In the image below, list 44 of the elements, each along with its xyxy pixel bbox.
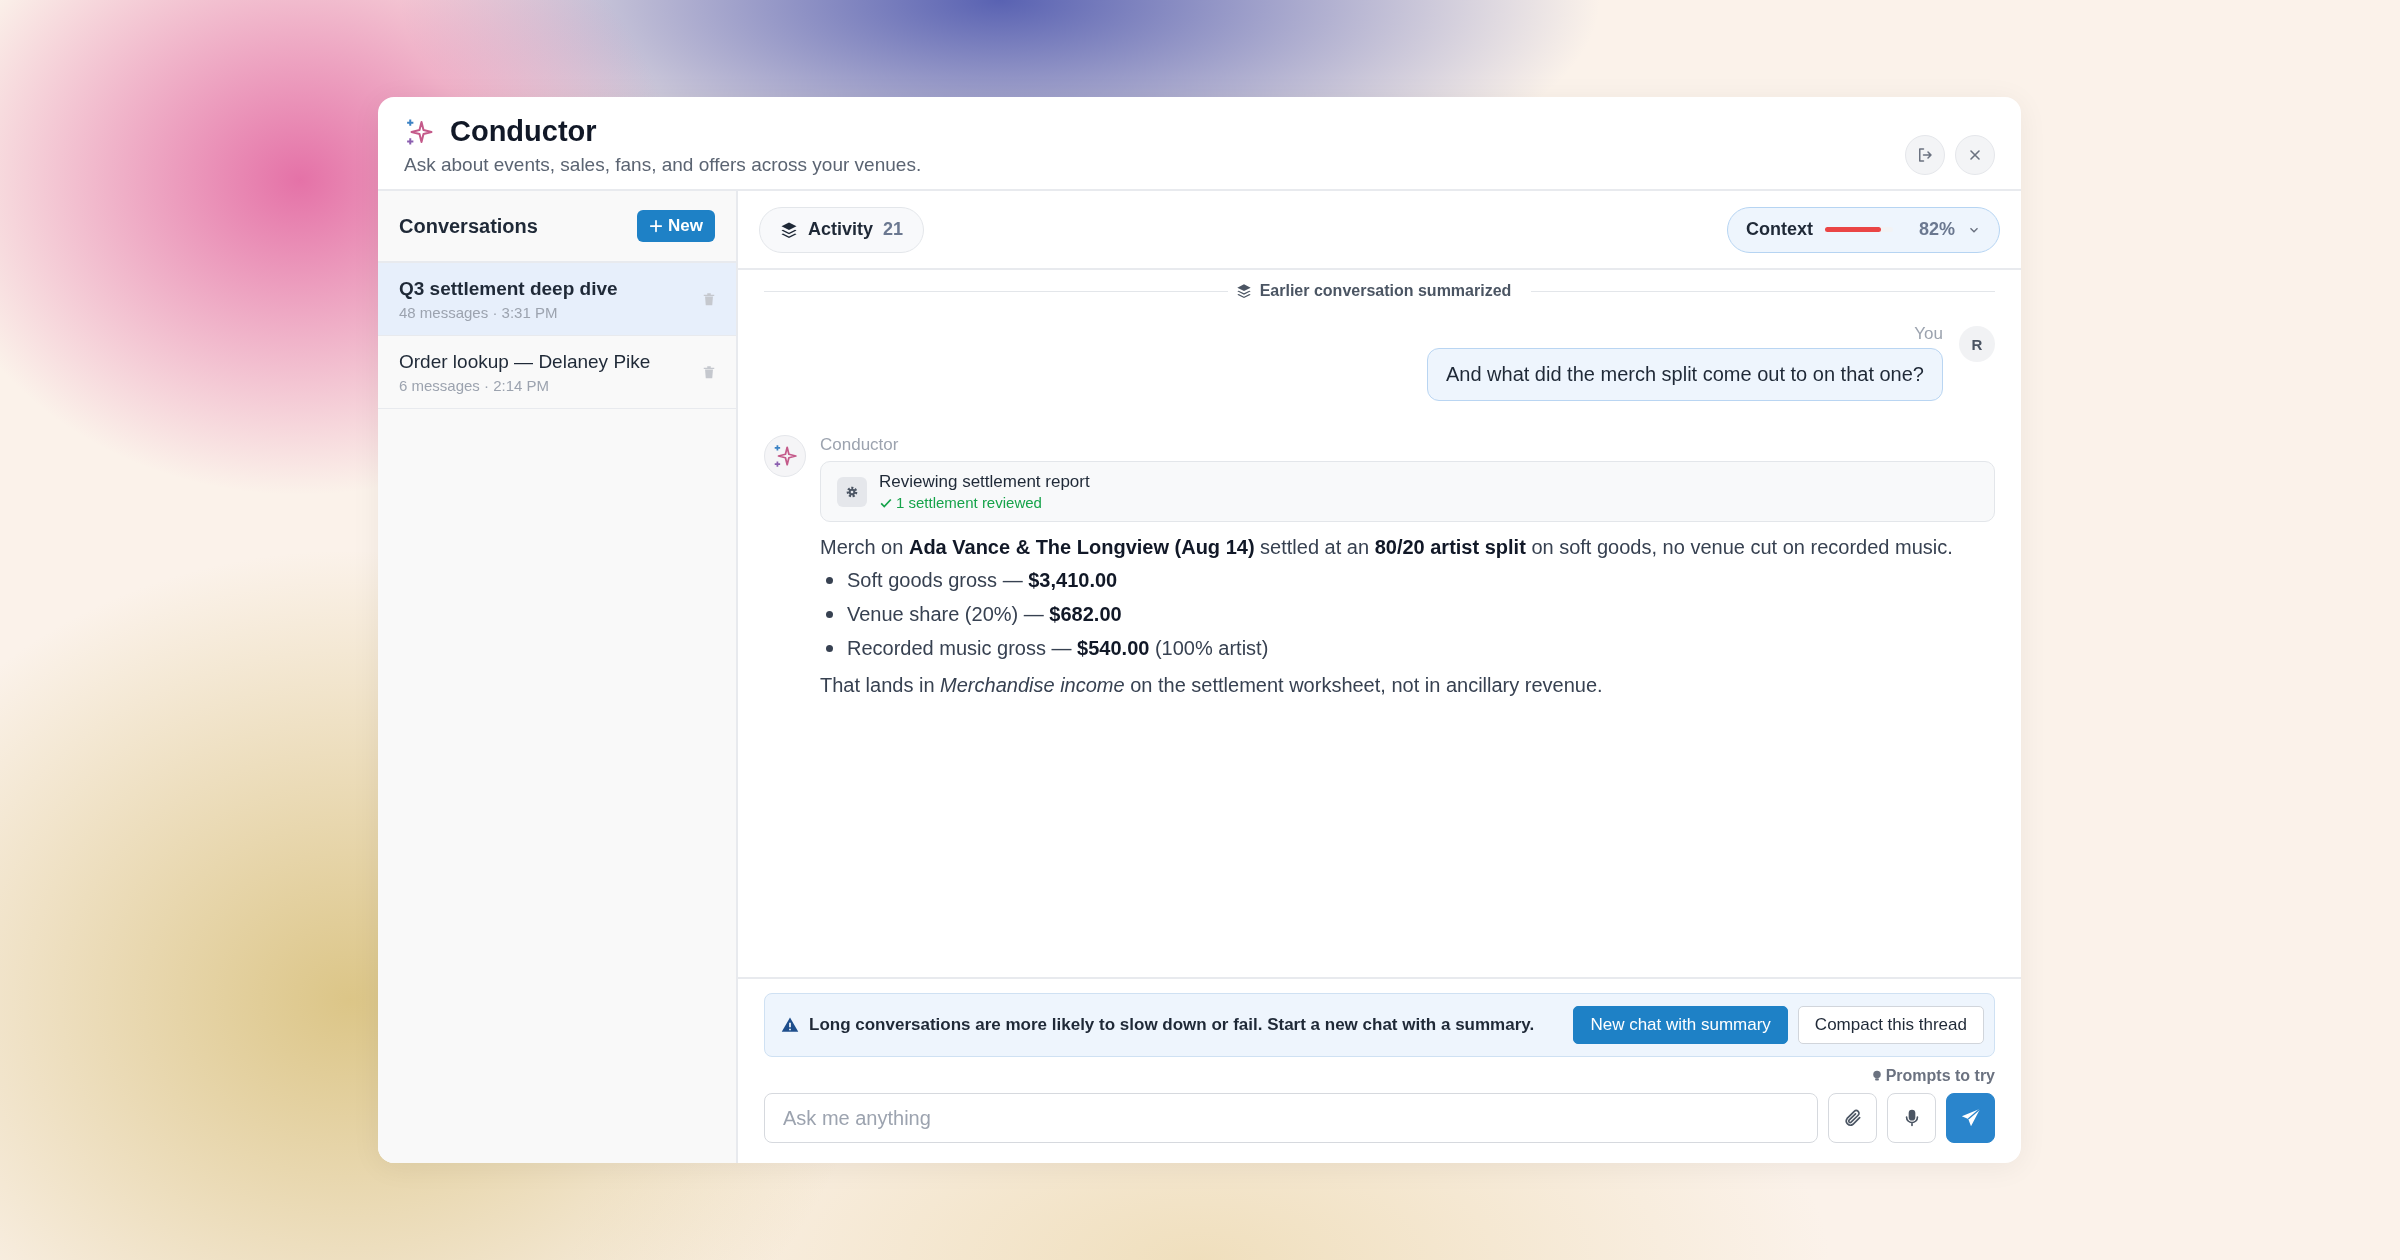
new-button[interactable]: New [637,210,715,242]
answer-paragraph: That lands in Merchandise income on the settlement worksheet, not in ancillary revenue. [820,674,1604,697]
trash-icon[interactable] [702,364,716,380]
microphone-button[interactable] [1887,1093,1936,1143]
lightbulb-icon [1870,1069,1883,1083]
context-button[interactable]: Context 82% [1726,206,2000,253]
summary-note: Earlier conversation summarized [1259,282,1512,300]
prompts-link[interactable]: Prompts to try [1870,1067,1995,1085]
conversation-item[interactable]: Q3 settlement deep dive 48 messages · 3:31 PM [378,263,736,336]
activity-button[interactable]: Activity 21 [759,206,925,253]
close-button[interactable] [1955,135,1995,175]
banner-button[interactable]: Compact this thread [1797,1006,1984,1044]
layers-icon [1235,283,1252,299]
tool-status: 1 settlement reviewed [896,494,1042,511]
bullet-icon [826,645,833,652]
paperclip-icon [1842,1108,1863,1128]
bullet-icon [826,577,833,584]
answer-list-item: Soft goods gross — $3,410.00 [847,569,1118,592]
exit-icon [1916,146,1934,164]
warning-text: Long conversations are more likely to slow down or fail. Start a new chat with a summary. [809,1015,1536,1035]
sidebar-title: Conversations [399,214,538,238]
answer-list-item: Venue share (20%) — $682.00 [847,603,1122,626]
attach-button[interactable] [1828,1093,1877,1143]
banner-button[interactable]: New chat with summary [1573,1006,1788,1044]
assistant-avatar [764,435,806,477]
user-avatar: R [1959,326,1995,362]
plus-icon [649,219,664,233]
bullet-icon [826,611,833,618]
send-button[interactable] [1946,1093,1995,1143]
close-icon [1967,147,1983,163]
exit-button[interactable] [1905,135,1945,175]
warning-icon [781,1016,799,1034]
layers-icon [780,220,798,239]
user-message: And what did the merch split come out to on that one? [1426,348,1943,401]
message-input[interactable]: Ask me anything [764,1093,1818,1143]
answer-list-item: Recorded music gross — $540.00 (100% artist) [847,637,1269,660]
answer-paragraph: Merch on Ada Vance & The Longview (Aug 14) settled at an 80/20 artist split on soft goods, no venue cut on recorded music. [820,536,1954,559]
tool-title: Reviewing settlement report [879,472,1090,492]
window-title: Conductor [450,115,597,148]
author-label: You [1914,324,1943,344]
gear-icon [837,476,867,507]
window-subtitle: Ask about events, sales, fans, and offers across your venues. [404,154,922,176]
author-label: Conductor [820,435,899,454]
conversation-item[interactable]: Order lookup — Delaney Pike 6 messages · 2:14 PM [378,336,736,409]
